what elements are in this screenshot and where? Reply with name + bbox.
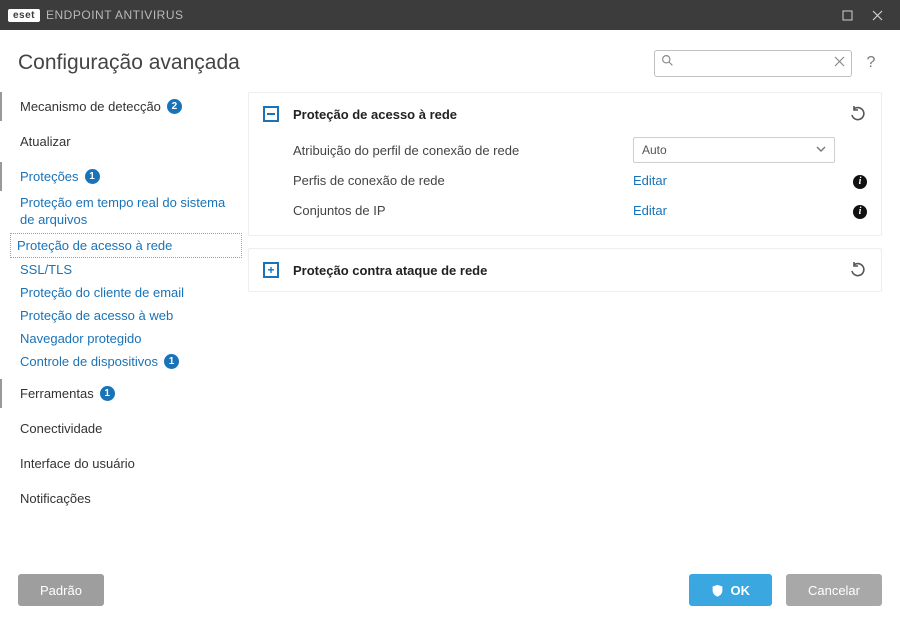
- sidebar-item-update[interactable]: Atualizar: [0, 127, 248, 156]
- header: Configuração avançada ?: [0, 30, 900, 86]
- row-label: Atribuição do perfil de conexão de rede: [293, 143, 633, 158]
- revert-icon: [850, 106, 866, 122]
- search-field[interactable]: [654, 50, 852, 77]
- sidebar-item-connectivity[interactable]: Conectividade: [0, 414, 248, 443]
- sidebar-item-label: Proteção em tempo real do sistema de arq…: [20, 195, 238, 229]
- profile-assignment-select[interactable]: Auto: [633, 137, 835, 163]
- sidebar-item-label: Proteções: [20, 169, 79, 184]
- edit-ipsets-link[interactable]: Editar: [633, 203, 667, 218]
- window-close-button[interactable]: [862, 0, 892, 30]
- sidebar-item-network-access[interactable]: Proteção de acesso à rede: [10, 233, 242, 258]
- default-button[interactable]: Padrão: [18, 574, 104, 606]
- panel-header[interactable]: Proteção contra ataque de rede: [249, 249, 881, 291]
- expand-icon: [263, 262, 279, 278]
- edit-profiles-link[interactable]: Editar: [633, 173, 667, 188]
- row-ip-sets: Conjuntos de IP Editar i: [293, 195, 867, 225]
- button-label: Cancelar: [808, 583, 860, 598]
- revert-button[interactable]: [849, 105, 867, 123]
- revert-icon: [850, 262, 866, 278]
- sidebar-item-label: Interface do usuário: [20, 456, 135, 471]
- sidebar-item-realtime[interactable]: Proteção em tempo real do sistema de arq…: [0, 191, 248, 233]
- row-connection-profiles: Perfis de conexão de rede Editar i: [293, 165, 867, 195]
- shield-icon: [711, 584, 724, 597]
- sidebar-item-label: Notificações: [20, 491, 91, 506]
- revert-button[interactable]: [849, 261, 867, 279]
- window-maximize-button[interactable]: [832, 0, 862, 30]
- brand-logo: eset: [8, 9, 40, 22]
- content: Proteção de acesso à rede Atribuição do …: [248, 86, 900, 560]
- badge: 2: [167, 99, 182, 114]
- sidebar-item-label: Controle de dispositivos: [20, 354, 158, 369]
- panel-network-access: Proteção de acesso à rede Atribuição do …: [248, 92, 882, 236]
- sidebar-item-label: Navegador protegido: [20, 331, 141, 346]
- button-label: OK: [730, 583, 750, 598]
- sidebar-item-label: Ferramentas: [20, 386, 94, 401]
- sidebar-item-label: Conectividade: [20, 421, 102, 436]
- chevron-down-icon: [816, 143, 826, 157]
- sidebar-item-label: Atualizar: [20, 134, 71, 149]
- button-label: Padrão: [40, 583, 82, 598]
- maximize-icon: [842, 10, 853, 21]
- sidebar-item-label: Proteção de acesso à rede: [17, 238, 172, 253]
- help-button[interactable]: ?: [862, 54, 880, 72]
- sidebar-item-label: Proteção do cliente de email: [20, 285, 184, 300]
- info-icon[interactable]: i: [853, 175, 867, 189]
- sidebar-item-notifications[interactable]: Notificações: [0, 484, 248, 513]
- panel-body: Atribuição do perfil de conexão de rede …: [249, 135, 881, 235]
- panel-network-attack: Proteção contra ataque de rede: [248, 248, 882, 292]
- sidebar-item-label: Proteção de acesso à web: [20, 308, 173, 323]
- row-profile-assignment: Atribuição do perfil de conexão de rede …: [293, 135, 867, 165]
- badge: 1: [85, 169, 100, 184]
- sidebar-item-label: SSL/TLS: [20, 262, 72, 277]
- ok-button[interactable]: OK: [689, 574, 772, 606]
- search-icon: [661, 54, 674, 72]
- panel-header[interactable]: Proteção de acesso à rede: [249, 93, 881, 135]
- panel-title: Proteção de acesso à rede: [293, 107, 849, 122]
- brand-name: ENDPOINT ANTIVIRUS: [46, 8, 183, 22]
- row-label: Perfis de conexão de rede: [293, 173, 633, 188]
- sidebar-item-web[interactable]: Proteção de acesso à web: [0, 304, 248, 327]
- sidebar-item-ui[interactable]: Interface do usuário: [0, 449, 248, 478]
- sidebar-item-device-control[interactable]: Controle de dispositivos 1: [0, 350, 248, 373]
- info-icon[interactable]: i: [853, 205, 867, 219]
- badge: 1: [164, 354, 179, 369]
- sidebar-item-detection[interactable]: Mecanismo de detecção 2: [0, 92, 248, 121]
- sidebar-item-protections[interactable]: Proteções 1: [0, 162, 248, 191]
- clear-search-icon[interactable]: [834, 54, 845, 72]
- page-title: Configuração avançada: [18, 51, 240, 75]
- sidebar-item-email[interactable]: Proteção do cliente de email: [0, 281, 248, 304]
- cancel-button[interactable]: Cancelar: [786, 574, 882, 606]
- title-bar: eset ENDPOINT ANTIVIRUS: [0, 0, 900, 30]
- search-input[interactable]: [655, 51, 851, 76]
- sidebar-item-browser[interactable]: Navegador protegido: [0, 327, 248, 350]
- footer: Padrão OK Cancelar: [0, 560, 900, 620]
- row-label: Conjuntos de IP: [293, 203, 633, 218]
- sidebar-item-label: Mecanismo de detecção: [20, 99, 161, 114]
- panel-title: Proteção contra ataque de rede: [293, 263, 849, 278]
- collapse-icon: [263, 106, 279, 122]
- badge: 1: [100, 386, 115, 401]
- close-icon: [872, 10, 883, 21]
- select-value: Auto: [642, 143, 667, 157]
- sidebar-item-tools[interactable]: Ferramentas 1: [0, 379, 248, 408]
- sidebar-item-ssl[interactable]: SSL/TLS: [0, 258, 248, 281]
- sidebar: Mecanismo de detecção 2 Atualizar Proteç…: [0, 86, 248, 560]
